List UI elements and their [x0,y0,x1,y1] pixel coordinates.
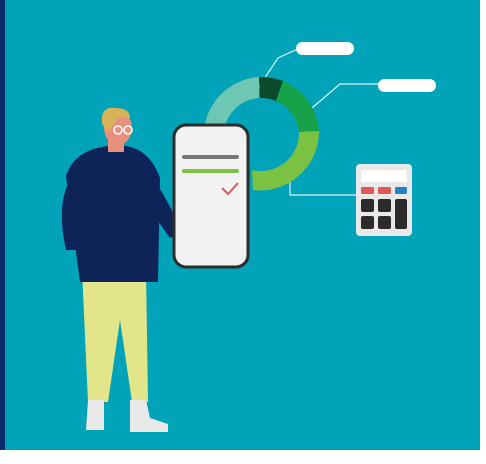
illustration-frame [0,0,486,464]
person-with-phone-illustration [61,42,436,432]
callout-label-right [378,79,436,92]
callout-label-top [296,42,354,55]
phone-icon [172,123,250,269]
calculator-icon [356,164,412,236]
